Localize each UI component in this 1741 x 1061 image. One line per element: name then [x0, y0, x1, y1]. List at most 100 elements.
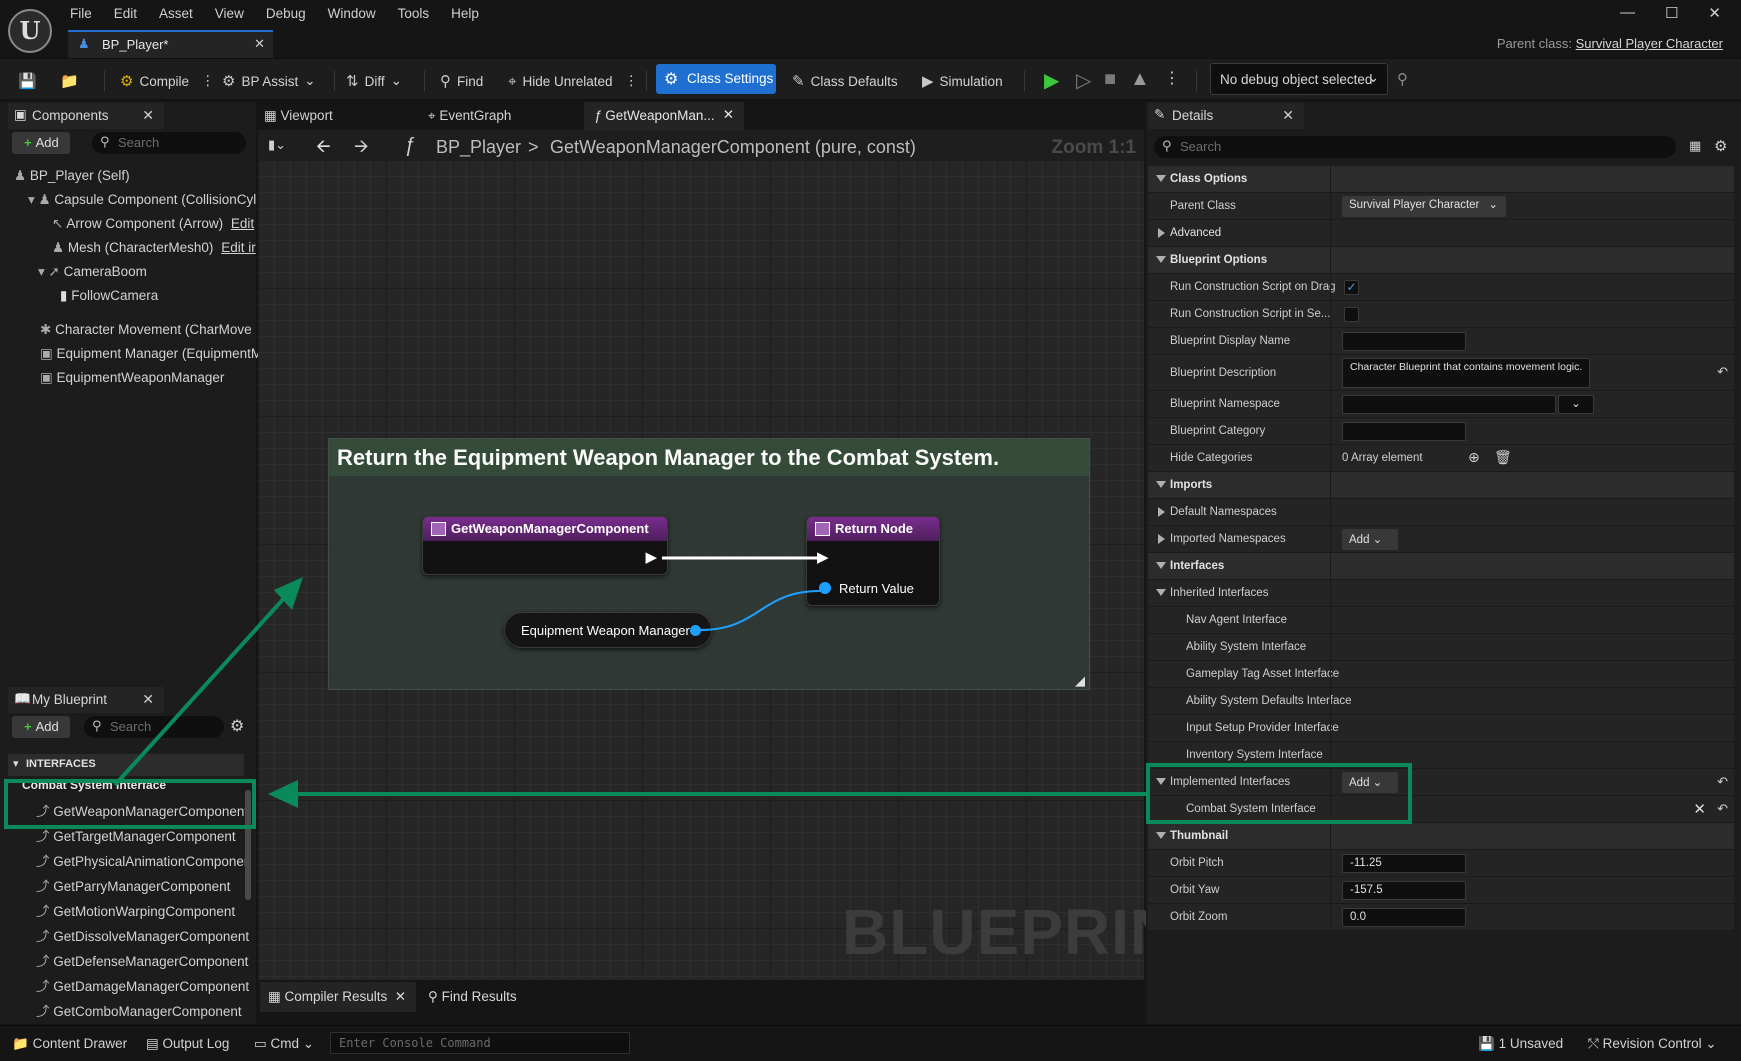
cmd-dropdown[interactable]: ▭ Cmd ⌄ — [254, 1036, 314, 1052]
inherited-interface-label: Ability System Defaults Interface — [1186, 695, 1352, 707]
category-label: Blueprint Category — [1170, 425, 1266, 437]
details-spacer — [1148, 931, 1150, 1024]
tab-find-results-label: Find Results — [441, 989, 517, 1004]
orbit-pitch-input[interactable]: -11.25 — [1342, 854, 1466, 873]
orbit-zoom-label: Orbit Zoom — [1170, 911, 1228, 923]
details-tab[interactable]: ✎ Details ✕ — [1148, 103, 1304, 129]
unsaved-icon: 💾 — [1478, 1036, 1495, 1051]
orbit-pitch-label: Orbit Pitch — [1170, 857, 1224, 869]
orbit-yaw-label: Orbit Yaw — [1170, 884, 1220, 896]
details-search-placeholder: Search — [1180, 139, 1222, 154]
inherited-interface-label: Input Setup Provider Interface — [1186, 722, 1339, 734]
add-label: Add — [1349, 534, 1370, 546]
tab-compiler-results-label: Compiler Results — [284, 989, 388, 1004]
terminal-icon: ▭ — [254, 1036, 267, 1051]
orbit-pitch-row: Orbit Pitch -11.25 — [1148, 850, 1734, 877]
console-input[interactable]: Enter Console Command — [330, 1032, 630, 1054]
interfaces-label: Interfaces — [1170, 560, 1225, 572]
advanced-label: Advanced — [1170, 227, 1222, 239]
parent-class-row: Parent Class Survival Player Character ⌄ — [1148, 193, 1734, 220]
default-namespaces-label: Default Namespaces — [1170, 506, 1277, 518]
interfaces-category[interactable]: Interfaces — [1148, 553, 1734, 580]
inherited-interface-label: Nav Agent Interface — [1186, 614, 1288, 626]
run-in-sequencer-row: Run Construction Script in Se... — [1148, 301, 1734, 328]
content-drawer-button[interactable]: 📁 Content Drawer — [12, 1036, 127, 1052]
imported-namespaces-add-button[interactable]: Add ⌄ — [1342, 529, 1398, 550]
orbit-zoom-input[interactable]: 0.0 — [1342, 908, 1466, 927]
chevron-down-icon — [1156, 589, 1166, 596]
status-bar: 📁 Content Drawer ▤ Output Log ▭ Cmd ⌄ En… — [0, 1025, 1741, 1061]
description-row: Blueprint Description Character Blueprint… — [1148, 355, 1734, 391]
imported-namespaces-row: Imported Namespaces Add ⌄ — [1148, 526, 1734, 553]
run-on-drag-checkbox[interactable]: ✓ — [1344, 280, 1359, 295]
hide-categories-label: Hide Categories — [1170, 452, 1253, 464]
run-on-drag-row: Run Construction Script on Drag ✓ — [1148, 274, 1734, 301]
chevron-down-icon — [1156, 562, 1166, 569]
blueprint-options-category[interactable]: Blueprint Options — [1148, 247, 1734, 274]
chevron-right-icon[interactable] — [1158, 534, 1165, 544]
inherited-interfaces-row[interactable]: Inherited Interfaces — [1148, 580, 1734, 607]
hide-categories-row: Hide Categories 0 Array element ⊕ 🗑 — [1148, 445, 1734, 472]
orbit-yaw-input[interactable]: -157.5 — [1342, 881, 1466, 900]
revision-control-button[interactable]: ⤲ Revision Control ⌄ — [1588, 1036, 1717, 1052]
annotation-highlight-interface — [1146, 763, 1412, 824]
class-options-category[interactable]: Class Options — [1148, 166, 1734, 193]
thumbnail-label: Thumbnail — [1170, 830, 1229, 842]
reset-icon[interactable]: ↶ — [1717, 364, 1728, 380]
parent-class-dropdown[interactable]: Survival Player Character ⌄ — [1342, 196, 1506, 217]
console-placeholder: Enter Console Command — [339, 1036, 491, 1050]
blueprint-options-label: Blueprint Options — [1170, 254, 1268, 266]
remove-interface-icon[interactable]: ✕ — [1693, 800, 1706, 818]
annotation-arrow-line — [113, 583, 298, 787]
namespace-label: Blueprint Namespace — [1170, 398, 1280, 410]
output-log-label: Output Log — [162, 1036, 230, 1051]
data-wire — [699, 590, 821, 631]
parent-class-row-label: Parent Class — [1170, 200, 1236, 212]
unsaved-button[interactable]: 💾 1 Unsaved — [1478, 1036, 1563, 1052]
inherited-interface-item: Input Setup Provider Interface — [1148, 715, 1734, 742]
category-row: Blueprint Category — [1148, 418, 1734, 445]
namespace-input[interactable] — [1342, 395, 1556, 414]
details-column-divider[interactable] — [1330, 163, 1331, 958]
hide-categories-value: 0 Array element — [1342, 452, 1423, 464]
run-in-sequencer-checkbox[interactable] — [1344, 307, 1359, 322]
chevron-down-icon — [1156, 832, 1166, 839]
description-label: Blueprint Description — [1170, 367, 1277, 379]
revision-control-label: Revision Control — [1602, 1036, 1702, 1051]
chevron-down-icon — [1156, 175, 1166, 182]
close-details-icon[interactable]: ✕ — [1282, 107, 1294, 124]
namespace-row: Blueprint Namespace ⌄ — [1148, 391, 1734, 418]
namespace-dropdown[interactable]: ⌄ — [1558, 395, 1594, 414]
advanced-row[interactable]: Advanced — [1148, 220, 1734, 247]
inherited-interface-item: Gameplay Tag Asset Interface — [1148, 661, 1734, 688]
chevron-right-icon — [1158, 507, 1165, 517]
settings-gear-icon[interactable]: ⚙ — [1714, 137, 1727, 155]
compiler-results-icon: ▦ — [268, 989, 281, 1004]
tab-find-results[interactable]: ⚲ Find Results — [428, 989, 517, 1005]
inherited-interface-item: Nav Agent Interface — [1148, 607, 1734, 634]
default-namespaces-row[interactable]: Default Namespaces — [1148, 499, 1734, 526]
annotation-highlight-function — [4, 779, 256, 829]
tab-compiler-results[interactable]: ▦ Compiler Results ✕ — [260, 982, 416, 1012]
class-options-label: Class Options — [1170, 173, 1248, 185]
thumbnail-category[interactable]: Thumbnail — [1148, 823, 1734, 850]
reset-icon[interactable]: ↶ — [1717, 801, 1728, 817]
add-element-icon[interactable]: ⊕ — [1468, 449, 1480, 466]
run-in-sequencer-label: Run Construction Script in Se... — [1170, 308, 1331, 320]
imports-category[interactable]: Imports — [1148, 472, 1734, 499]
table-view-icon[interactable]: ▦ — [1689, 138, 1701, 154]
content-drawer-icon: 📁 — [12, 1036, 29, 1051]
description-input[interactable]: Character Blueprint that contains moveme… — [1342, 358, 1590, 388]
close-compiler-tab-icon[interactable]: ✕ — [395, 989, 406, 1005]
category-input[interactable] — [1342, 422, 1466, 441]
content-drawer-label: Content Drawer — [32, 1036, 128, 1051]
output-log-button[interactable]: ▤ Output Log — [146, 1036, 229, 1052]
revision-control-icon: ⤲ — [1588, 1036, 1599, 1051]
trash-icon[interactable]: 🗑 — [1494, 449, 1512, 466]
reset-icon[interactable]: ↶ — [1717, 774, 1728, 790]
details-search-input[interactable]: ⚲ Search — [1154, 136, 1676, 158]
inherited-interface-item: Ability System Defaults Interface — [1148, 688, 1734, 715]
inherited-interface-label: Inventory System Interface — [1186, 749, 1323, 761]
search-icon: ⚲ — [428, 989, 438, 1004]
display-name-input[interactable] — [1342, 332, 1466, 351]
